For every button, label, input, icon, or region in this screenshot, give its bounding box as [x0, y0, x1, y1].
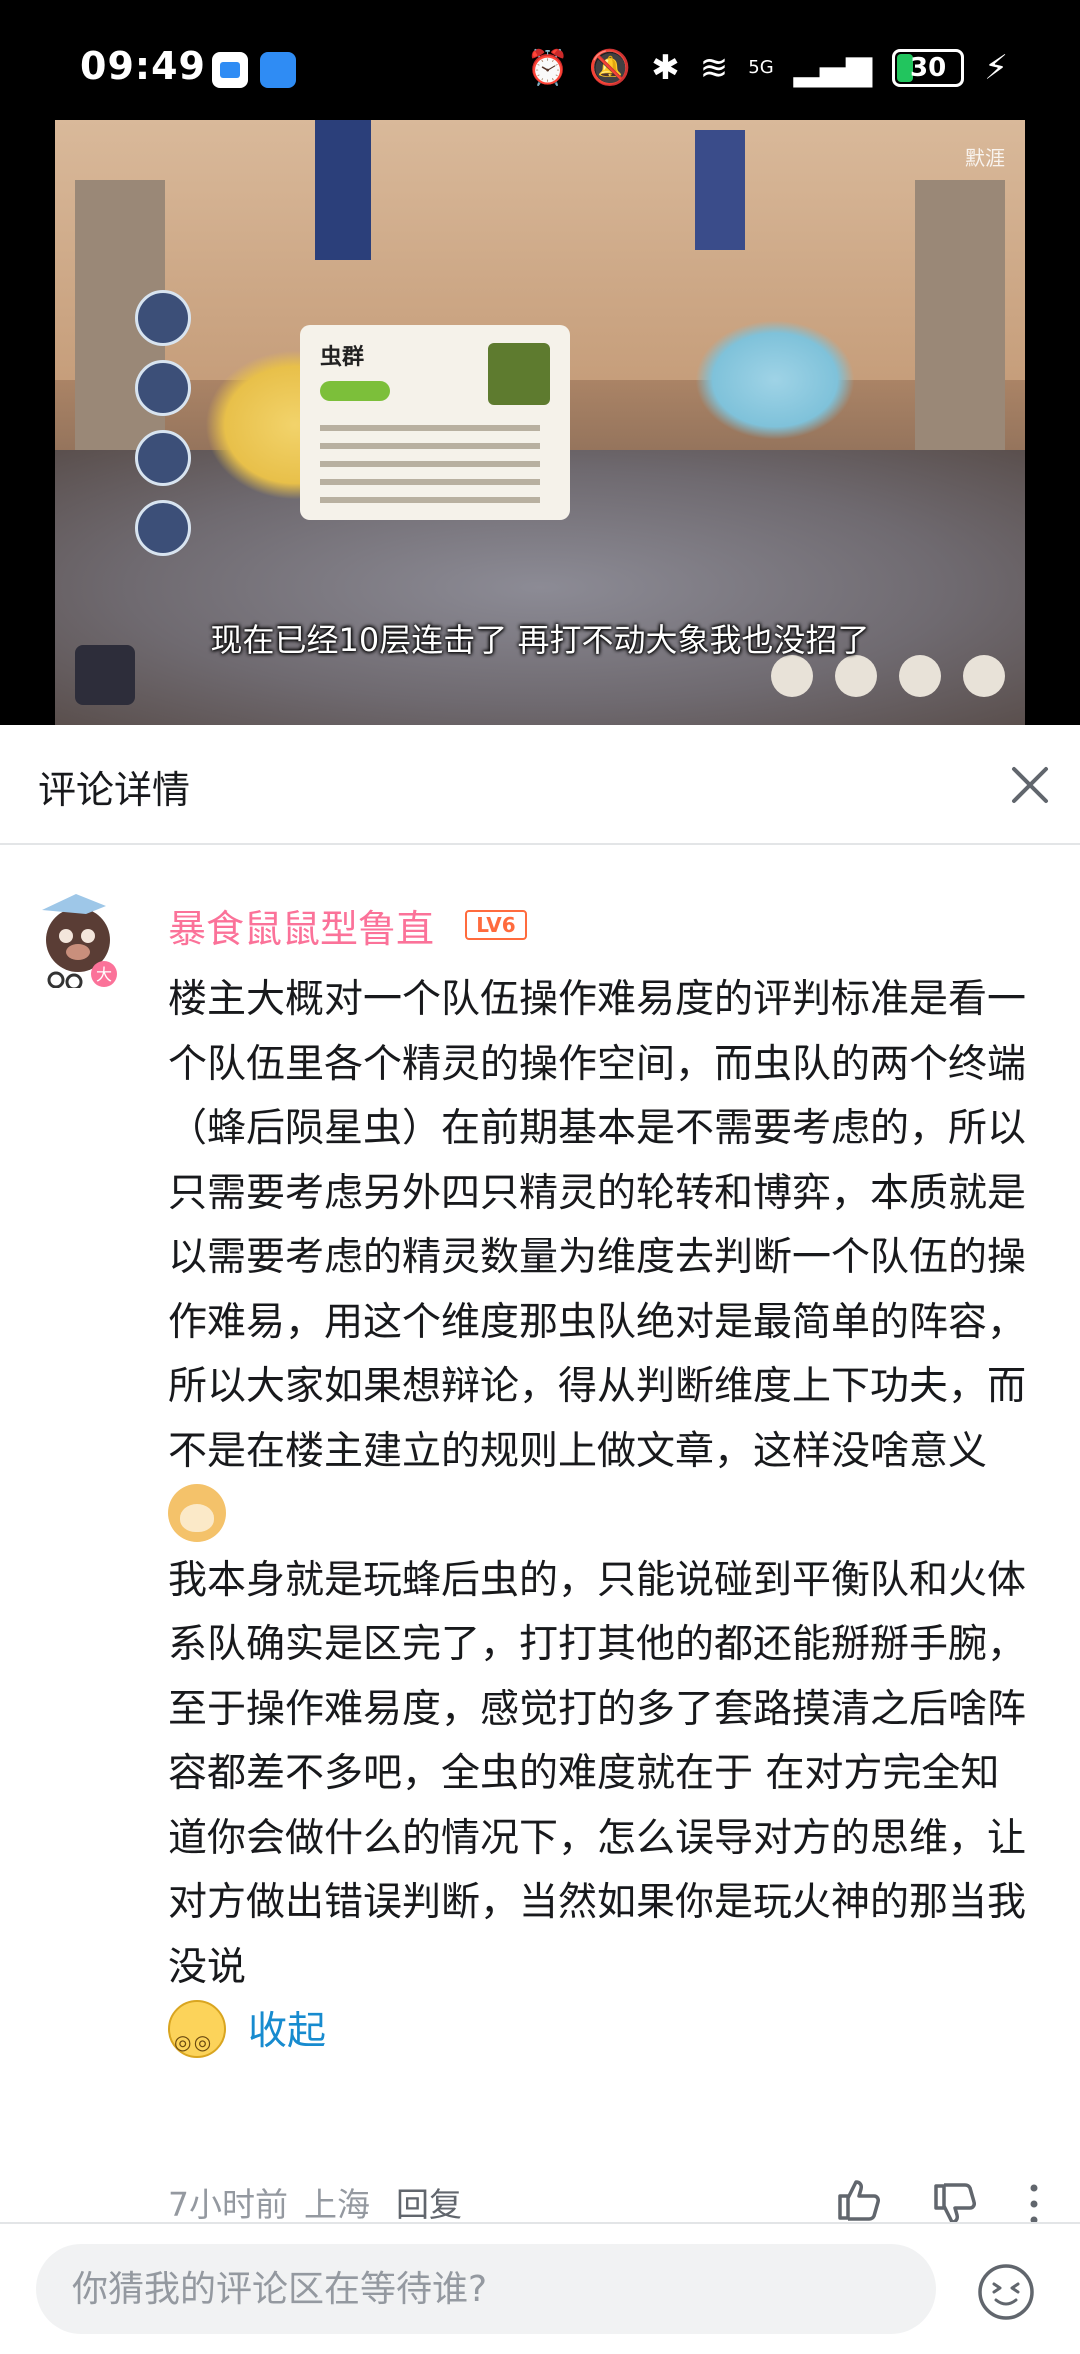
comment-input-bar	[0, 2222, 1080, 2354]
scene-pillar	[915, 180, 1005, 480]
doge-emoji-icon	[168, 1484, 226, 1542]
comment-location: 上海	[304, 2185, 370, 2224]
thumbs-down-icon[interactable]	[930, 2180, 978, 2228]
thumbs-up-icon[interactable]	[834, 2176, 882, 2224]
mute-icon: 🔕	[588, 48, 632, 88]
comment-username[interactable]: 暴食鼠鼠型鲁直	[168, 898, 434, 953]
notification-app-icon-2	[260, 52, 296, 88]
comment-time: 7小时前	[168, 2185, 288, 2224]
dazed-emoji-icon	[168, 2000, 226, 2075]
skill-icon	[135, 500, 191, 556]
more-vertical-icon[interactable]	[1022, 2180, 1046, 2228]
panel-title: 评论详情	[38, 768, 191, 812]
video-player[interactable]: 虫群 默涯 现在已经10层连击了 再打不动大象我也没招了	[0, 120, 1080, 845]
scene-banner	[315, 120, 371, 260]
comment-text: 楼主大概对一个队伍操作难易度的评判标准是看一个队伍里各个精灵的操作空间，而虫队的…	[168, 977, 1027, 1474]
svg-text:大: 大	[96, 965, 112, 984]
battery-level: 30	[910, 53, 947, 83]
status-bar: 09:49 ⏰ 🔕 ✱ ≋ 5G ▂▄▆ 30 ⚡	[0, 0, 1080, 120]
collapse-link[interactable]: 收起	[248, 2009, 326, 2054]
video-frame[interactable]: 虫群 默涯 现在已经10层连击了 再打不动大象我也没招了	[55, 120, 1025, 725]
notification-app-icon	[212, 52, 248, 88]
network-label: 5G	[748, 57, 774, 78]
scene-banner	[695, 130, 745, 250]
close-icon[interactable]	[1000, 755, 1060, 815]
comment-paragraph: 楼主大概对一个队伍操作难易度的评判标准是看一个队伍里各个精灵的操作空间，而虫队的…	[168, 968, 1038, 1549]
video-subtitle: 现在已经10层连击了 再打不动大象我也没招了	[210, 621, 870, 659]
skill-icon	[135, 290, 191, 346]
skill-icon	[135, 360, 191, 416]
comment-text: 我本身就是玩蜂后虫的，只能说碰到平衡队和火体系队确实是区完了，打打其他的都还能掰…	[168, 1557, 1027, 1990]
alarm-icon: ⏰	[526, 48, 569, 88]
skill-list	[135, 290, 215, 556]
video-watermark: 默涯	[965, 146, 1005, 170]
skill-icon	[135, 430, 191, 486]
emoji-face-icon[interactable]	[976, 2262, 1036, 2322]
avatar[interactable]: 大	[36, 888, 126, 988]
comment-meta: 7小时前 上海 回复	[168, 2178, 478, 2226]
skill-card-image	[488, 343, 550, 405]
skill-card-text	[320, 425, 540, 431]
comment-paragraph: 我本身就是玩蜂后虫的，只能说碰到平衡队和火体系队确实是区完了，打打其他的都还能掰…	[168, 1549, 1038, 2001]
status-icons: ⏰ 🔕 ✱ ≋ 5G ▂▄▆ 30 ⚡	[527, 48, 1008, 88]
signal-icon: ▂▄▆	[793, 48, 873, 88]
skill-card-bar	[320, 381, 390, 401]
game-action-icon	[835, 655, 877, 697]
comment-panel-header: 评论详情	[0, 725, 1080, 845]
comment-paragraph: 收起	[168, 2000, 1038, 2075]
comment-input[interactable]	[36, 2244, 936, 2334]
game-action-icon	[963, 655, 1005, 697]
game-creature	[695, 320, 855, 440]
comment-body: 楼主大概对一个队伍操作难易度的评判标准是看一个队伍里各个精灵的操作空间，而虫队的…	[168, 968, 1038, 2075]
status-time: 09:49	[80, 44, 206, 88]
game-action-icons	[771, 655, 1005, 697]
battery-icon: 30	[892, 49, 965, 87]
skill-card-title: 虫群	[320, 345, 365, 370]
charging-icon: ⚡	[984, 48, 1008, 88]
reply-button[interactable]: 回复	[396, 2185, 462, 2224]
game-action-icon	[771, 655, 813, 697]
level-badge: LV6	[465, 910, 527, 940]
wifi-icon: ≋	[699, 48, 729, 88]
skill-card: 虫群	[300, 325, 570, 520]
bluetooth-icon: ✱	[651, 48, 680, 88]
game-action-icon	[899, 655, 941, 697]
